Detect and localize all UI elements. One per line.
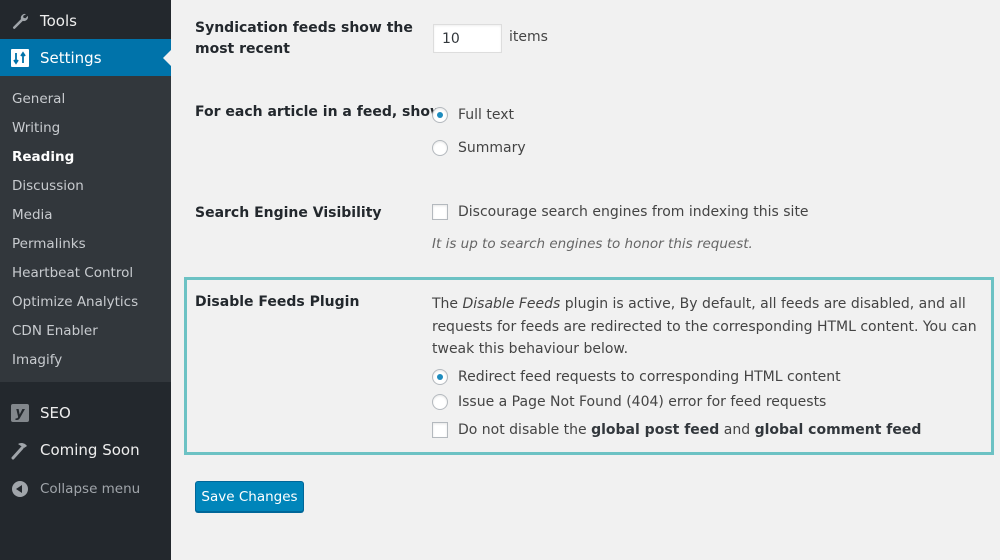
posts-per-rss-input[interactable] [433,24,502,53]
desc-plugin-name: Disable Feeds [462,296,561,312]
menu-item-coming-soon[interactable]: Coming Soon [0,431,171,469]
radio-redirect-feeds[interactable]: Redirect feed requests to corresponding … [432,369,841,385]
settings-submenu: General Writing Reading Discussion Media… [0,76,171,382]
menu-label-tools: Tools [40,12,77,30]
radio-404-label: Issue a Page Not Found (404) error for f… [458,394,827,410]
article-feed-label: For each article in a feed, show [195,104,443,120]
menu-label-settings: Settings [40,48,102,67]
submenu-item-media[interactable]: Media [0,201,171,230]
radio-button[interactable] [432,140,448,156]
yoast-seo-icon: y [10,403,30,423]
collapse-menu-label: Collapse menu [40,481,141,497]
current-menu-arrow [163,50,171,66]
radio-button[interactable] [432,394,448,410]
submenu-item-optimize-analytics[interactable]: Optimize Analytics [0,288,171,317]
submenu-item-writing[interactable]: Writing [0,114,171,143]
radio-full-text-label: Full text [458,107,515,123]
disable-feeds-label: Disable Feeds Plugin [195,294,360,310]
radio-404-feeds[interactable]: Issue a Page Not Found (404) error for f… [432,394,826,410]
submenu-item-cdn-enabler[interactable]: CDN Enabler [0,317,171,346]
collapse-menu-button[interactable]: Collapse menu [0,470,171,508]
syndication-label-line1: Syndication feeds show the [195,20,413,36]
submenu-item-heartbeat-control[interactable]: Heartbeat Control [0,259,171,288]
keep-global-feeds-label: Do not disable the global post feed and … [458,422,921,438]
radio-button-checked[interactable] [432,369,448,385]
label-bold-1: global post feed [591,422,720,438]
menu-label-seo: SEO [40,404,71,422]
discourage-search-label: Discourage search engines from indexing … [458,204,809,220]
menu-item-seo[interactable]: y SEO [0,394,171,432]
submenu-item-imagify[interactable]: Imagify [0,346,171,375]
hammer-icon [10,440,30,460]
label-text-1: Do not disable the [458,422,592,438]
wrench-icon [10,11,30,31]
disable-feeds-description: The Disable Feeds plugin is active, By d… [432,293,992,361]
submenu-item-general[interactable]: General [0,85,171,114]
menu-label-coming-soon: Coming Soon [40,441,140,459]
save-changes-button[interactable]: Save Changes [195,481,304,512]
seo-badge: y [11,404,29,422]
search-visibility-description: It is up to search engines to honor this… [432,236,753,252]
submenu-item-discussion[interactable]: Discussion [0,172,171,201]
items-unit-label: items [509,29,548,45]
submenu-item-permalinks[interactable]: Permalinks [0,230,171,259]
submenu-item-reading[interactable]: Reading [0,143,171,172]
settings-sliders-icon [10,48,30,68]
keep-global-feeds-checkbox-row[interactable]: Do not disable the global post feed and … [432,422,921,438]
syndication-label: Syndication feeds show the most recent [195,18,413,60]
menu-item-settings[interactable]: Settings [0,39,171,76]
collapse-arrow-icon [10,479,30,499]
radio-summary-label: Summary [458,140,526,156]
desc-prefix: The [432,296,463,312]
radio-summary[interactable]: Summary [432,140,526,156]
radio-button-checked[interactable] [432,107,448,123]
discourage-search-checkbox-row[interactable]: Discourage search engines from indexing … [432,204,809,220]
keep-global-feeds-checkbox[interactable] [432,422,448,438]
admin-sidebar: Tools Settings General Writing Reading D… [0,0,171,560]
syndication-label-line2: most recent [195,41,290,57]
menu-item-tools[interactable]: Tools [0,2,171,40]
search-visibility-label: Search Engine Visibility [195,205,382,221]
reading-settings-form: Syndication feeds show the most recent i… [171,0,1000,560]
radio-redirect-label: Redirect feed requests to corresponding … [458,369,841,385]
label-text-2: and [719,422,755,438]
label-bold-2: global comment feed [754,422,922,438]
radio-full-text[interactable]: Full text [432,107,514,123]
discourage-search-checkbox[interactable] [432,204,448,220]
